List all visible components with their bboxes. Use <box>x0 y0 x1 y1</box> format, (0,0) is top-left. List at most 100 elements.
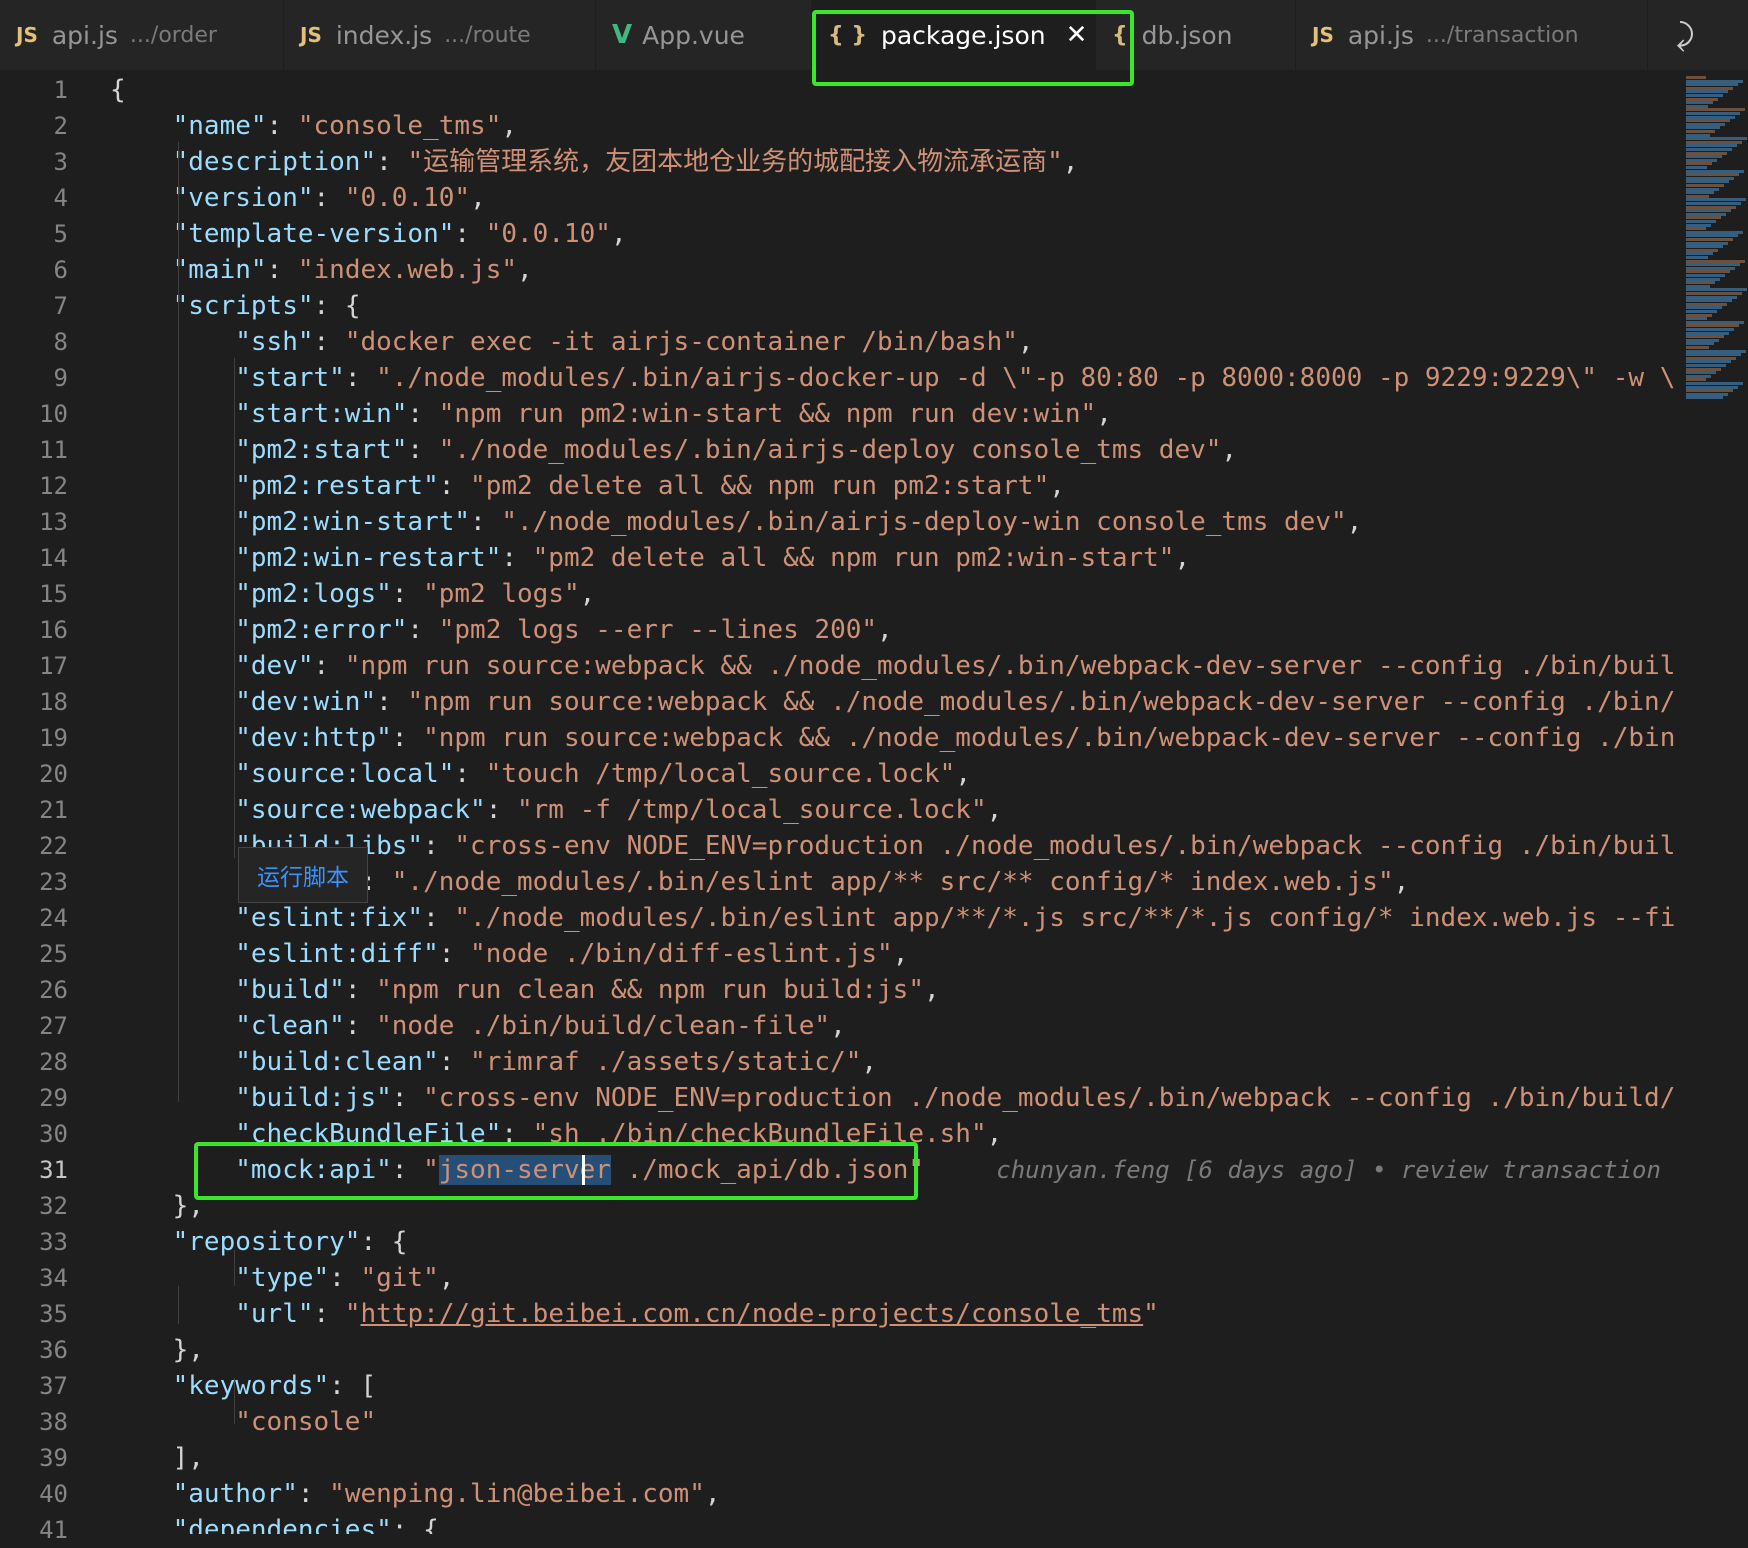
punctuation: , <box>1221 435 1238 465</box>
json-key: "dependencies" <box>172 1515 392 1534</box>
code-line[interactable]: "author": "wenping.lin@beibei.com", <box>110 1476 721 1512</box>
code-line[interactable]: "main": "index.web.js", <box>110 252 533 288</box>
code-line[interactable]: "build:clean": "rimraf ./assets/static/"… <box>110 1044 877 1080</box>
run-script-tooltip[interactable]: 运行脚本 <box>238 847 368 903</box>
code-line[interactable]: "console" <box>110 1404 376 1440</box>
line-number: 6 <box>53 256 68 284</box>
punctuation <box>110 579 235 609</box>
code-line[interactable]: "source:webpack": "rm -f /tmp/local_sour… <box>110 792 1002 828</box>
minimap-line <box>1686 288 1747 292</box>
punctuation: : <box>344 975 377 1005</box>
punctuation <box>110 831 235 861</box>
minimap-line <box>1686 158 1717 162</box>
open-changes-icon[interactable]: ⤸ <box>1676 18 1694 53</box>
tab-api-js[interactable]: JS api.js .../order <box>0 0 284 70</box>
json-string: "npm run source:webpack && ./node_module… <box>423 723 1674 753</box>
minimap[interactable] <box>1674 70 1748 1534</box>
json-key: "source:webpack" <box>235 795 486 825</box>
line-number: 37 <box>39 1372 68 1400</box>
punctuation <box>110 1263 235 1293</box>
punctuation: , <box>861 1047 878 1077</box>
code-line[interactable]: "dev": "npm run source:webpack && ./node… <box>110 648 1674 684</box>
json-string: "pm2 logs" <box>423 579 580 609</box>
json-key: "start:win" <box>235 399 408 429</box>
line-number: 15 <box>39 580 68 608</box>
json-string: "./node_modules/.bin/airjs-deploy consol… <box>438 435 1222 465</box>
line-number: 34 <box>39 1264 68 1292</box>
code-line[interactable]: "dependencies": { <box>110 1512 439 1534</box>
minimap-line <box>1686 241 1728 245</box>
minimap-line <box>1686 202 1741 205</box>
minimap-line <box>1686 299 1732 303</box>
punctuation: : <box>470 507 502 537</box>
code-line[interactable]: "keywords": [ <box>110 1368 377 1404</box>
code-line[interactable]: "dev:http": "npm run source:webpack && .… <box>110 720 1674 756</box>
punctuation <box>110 795 235 825</box>
tab-api-js[interactable]: JS api.js .../transaction <box>1296 0 1648 70</box>
minimap-line <box>1686 126 1720 130</box>
code-editor[interactable]: { "name": "console_tms", "description": … <box>110 70 1674 1534</box>
code-line[interactable]: "build:js": "cross-env NODE_ENV=producti… <box>110 1080 1674 1116</box>
line-number: 1 <box>53 76 68 104</box>
code-line[interactable]: "description": "运输管理系统，友团本地仓业务的城配接入物流承运商… <box>110 144 1079 180</box>
git-blame-annotation: chunyan.feng [6 days ago] • review trans… <box>924 1156 1661 1184</box>
json-key: "pm2:restart" <box>235 471 439 501</box>
code-line[interactable]: "pm2:start": "./node_modules/.bin/airjs-… <box>110 432 1237 468</box>
minimap-line <box>1686 133 1710 137</box>
code-line[interactable]: "start": "./node_modules/.bin/airjs-dock… <box>110 360 1674 396</box>
tab-App-vue[interactable]: V App.vue <box>596 0 812 70</box>
punctuation <box>110 615 235 645</box>
code-line[interactable]: "eslint:fix": "./node_modules/.bin/eslin… <box>110 900 1674 936</box>
code-line[interactable]: "name": "console_tms", <box>110 108 517 144</box>
code-line[interactable]: }, <box>110 1188 204 1224</box>
punctuation: : <box>501 543 533 573</box>
code-line[interactable]: "repository": { <box>110 1224 408 1260</box>
punctuation: , <box>1062 147 1079 177</box>
tab-index-js[interactable]: JS index.js .../route <box>284 0 596 70</box>
code-line[interactable]: "version": "0.0.10", <box>110 180 486 216</box>
minimap-line <box>1686 238 1733 241</box>
punctuation: : <box>454 219 486 249</box>
punctuation <box>110 291 173 321</box>
code-line[interactable]: "pm2:error": "pm2 logs --err --lines 200… <box>110 612 893 648</box>
code-line[interactable]: "clean": "node ./bin/build/clean-file", <box>110 1008 846 1044</box>
code-line[interactable]: "pm2:win-start": "./node_modules/.bin/ai… <box>110 504 1362 540</box>
code-line[interactable]: "type": "git", <box>110 1260 454 1296</box>
code-line[interactable]: "pm2:win-restart": "pm2 delete all && np… <box>110 540 1190 576</box>
code-line[interactable]: { <box>110 72 126 108</box>
line-number: 28 <box>39 1048 68 1076</box>
line-number: 35 <box>39 1300 68 1328</box>
punctuation: : <box>313 651 345 681</box>
json-string: "node ./bin/build/clean-file" <box>376 1011 831 1041</box>
minimap-line <box>1686 130 1715 133</box>
tab-path: .../route <box>444 22 531 48</box>
code-line[interactable]: "url": "http://git.beibei.com.cn/node-pr… <box>110 1296 1159 1332</box>
punctuation <box>110 111 173 141</box>
minimap-line <box>1686 79 1743 83</box>
minimap-line <box>1686 259 1745 263</box>
minimap-line <box>1686 392 1728 396</box>
code-line[interactable]: "pm2:logs": "pm2 logs", <box>110 576 595 612</box>
minimap-line <box>1686 277 1720 281</box>
minimap-line <box>1686 122 1725 126</box>
minimap-line <box>1686 176 1734 180</box>
code-line[interactable]: ], <box>110 1440 204 1476</box>
code-line[interactable]: "start:win": "npm run pm2:win-start && n… <box>110 396 1112 432</box>
code-line[interactable]: "template-version": "0.0.10", <box>110 216 627 252</box>
punctuation <box>110 975 235 1005</box>
code-line[interactable]: }, <box>110 1332 204 1368</box>
json-string: "npm run source:webpack && ./node_module… <box>407 687 1674 717</box>
code-line[interactable]: "eslint:diff": "node ./bin/diff-eslint.j… <box>110 936 908 972</box>
punctuation: : { <box>360 1227 408 1257</box>
code-line[interactable]: "dev:win": "npm run source:webpack && ./… <box>110 684 1674 720</box>
code-line[interactable]: "scripts": { <box>110 288 361 324</box>
code-line[interactable]: "build": "npm run clean && npm run build… <box>110 972 939 1008</box>
code-line[interactable]: "ssh": "docker exec -it airjs-container … <box>110 324 1034 360</box>
punctuation: : <box>438 471 471 501</box>
line-number: 12 <box>39 472 68 500</box>
code-line[interactable]: "pm2:restart": "pm2 delete all && npm ru… <box>110 468 1065 504</box>
punctuation: , <box>1017 327 1034 357</box>
code-line[interactable]: "source:local": "touch /tmp/local_source… <box>110 756 971 792</box>
line-number: 30 <box>39 1120 68 1148</box>
punctuation: , <box>877 615 893 645</box>
